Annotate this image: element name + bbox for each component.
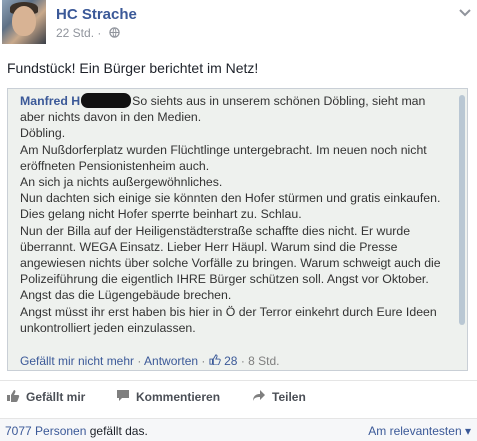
embedded-comment: Manfred H So siehts aus in unserem schöne… [20, 93, 465, 336]
embed-line-2: Döbling. [20, 126, 66, 141]
author-avatar[interactable] [2, 0, 46, 44]
embed-text: So siehts aus in unserem schönen Döbling… [132, 94, 426, 108]
likes-suffix: gefällt das. [89, 424, 148, 438]
sort-label: Am relevantesten [368, 424, 462, 438]
embed-line-12: Angst das die Lügengebäude brechen. [20, 288, 232, 303]
chevron-down-icon[interactable] [459, 6, 471, 20]
likes-count-link[interactable]: 7077 Personen [5, 424, 86, 438]
thumbs-up-icon [209, 354, 221, 368]
meta-dot: · [97, 26, 105, 40]
caret-down-icon: ▾ [464, 424, 471, 438]
embed-sep: · [201, 354, 209, 368]
embed-line-6: Nun dachten sich einige sie könnten den … [20, 191, 441, 206]
embed-line-5: An sich ja nichts außergewöhnliches. [20, 175, 223, 190]
likes-summary: 7077 Personen gefällt das. [5, 424, 148, 438]
embed-line-8: Nun der Billa auf der Heiligenstädterstr… [20, 223, 411, 238]
embed-line-13: Angst müsst ihr erst haben bis hier in Ö… [20, 304, 437, 319]
like-label: Gefällt mir [26, 390, 86, 404]
comment-label: Kommentieren [136, 390, 221, 404]
embed-line-11: Polizeiführung die eigentlich IHRE Bürge… [20, 272, 429, 287]
embed-line-10: angewiesen nichts über solche Vorfälle z… [20, 256, 441, 271]
post-time[interactable]: 22 Std. [56, 26, 94, 40]
post-text: Fundstück! Ein Bürger berichtet im Netz! [7, 60, 259, 76]
globe-icon [108, 27, 120, 41]
embed-line-14: unkontrolliert jeden einzulassen. [20, 320, 196, 335]
comment-button[interactable]: Kommentieren [116, 389, 220, 405]
embed-time: 8 Std. [248, 354, 280, 368]
embed-like-count: 28 [224, 354, 238, 368]
embedded-screenshot: Manfred H So siehts aus in unserem schöne… [7, 88, 468, 371]
thumbs-up-icon [6, 389, 26, 405]
like-button[interactable]: Gefällt mir [6, 389, 85, 405]
embed-footer: Gefällt mir nicht mehr · Antworten · 28 … [20, 354, 280, 368]
embed-line-3: Am Nußdorferplatz wurden Flüchtlinge unt… [20, 142, 427, 157]
embed-username: Manfred H [20, 94, 81, 108]
avatar-face [12, 6, 36, 36]
embed-like-link: Gefällt mir nicht mehr [20, 354, 135, 368]
embed-reply-link: Antworten [144, 354, 199, 368]
embed-line-9: überrannt. WEGA Einsatz. Lieber Herr Häu… [20, 239, 398, 254]
comment-icon [116, 389, 136, 405]
embed-line-7: Dies gelang nicht Hofer sperrte beinhart… [20, 207, 302, 222]
sort-dropdown[interactable]: Am relevantesten ▾ [368, 424, 471, 438]
likes-bar: 7077 Personen gefällt das. Am relevantes… [0, 418, 477, 441]
redaction-mark [81, 93, 132, 108]
share-label: Teilen [272, 390, 306, 404]
embed-line-1: aber nichts davon in den Medien. [20, 110, 202, 125]
post-actions: Gefällt mir Kommentieren Teilen [0, 380, 477, 409]
share-icon [252, 389, 272, 405]
share-button[interactable]: Teilen [252, 389, 306, 405]
embed-line-4: eröffneten Pensionistenheim auch. [20, 158, 210, 173]
post-meta: 22 Std. · [56, 26, 120, 41]
embed-line-0: Manfred H So siehts aus in unserem schöne… [20, 93, 465, 109]
author-name[interactable]: HC Strache [56, 6, 137, 23]
